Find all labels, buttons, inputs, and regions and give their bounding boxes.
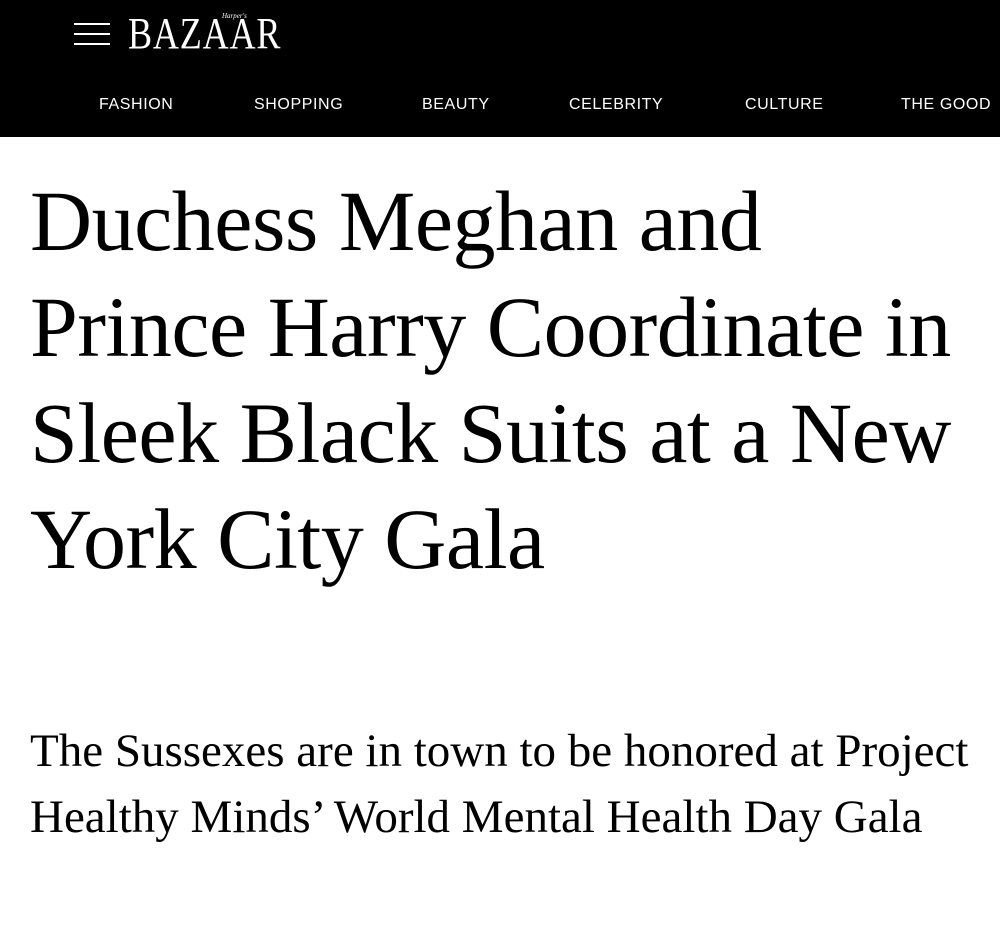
main-nav: FASHION SHOPPING BEAUTY CELEBRITY CULTUR… [0, 92, 1000, 122]
site-header: Harper's BAZAAR FASHION SHOPPING BEAUTY … [0, 0, 1000, 137]
nav-celebrity[interactable]: CELEBRITY [569, 96, 663, 114]
nav-culture[interactable]: CULTURE [745, 96, 824, 114]
nav-the-good[interactable]: THE GOOD [901, 96, 991, 114]
menu-line [74, 43, 110, 45]
site-logo[interactable]: Harper's BAZAAR [128, 10, 288, 58]
article-dek: The Sussexes are in town to be honored a… [30, 725, 969, 843]
menu-line [74, 33, 110, 35]
nav-fashion[interactable]: FASHION [99, 96, 173, 114]
hamburger-menu-icon[interactable] [72, 20, 112, 48]
menu-line [74, 23, 110, 25]
nav-shopping[interactable]: SHOPPING [254, 96, 343, 114]
nav-beauty[interactable]: BEAUTY [422, 96, 490, 114]
logo-bazaar: BAZAAR [128, 9, 282, 58]
article-headline: Duchess Meghan and Prince Harry Coordina… [30, 173, 951, 587]
